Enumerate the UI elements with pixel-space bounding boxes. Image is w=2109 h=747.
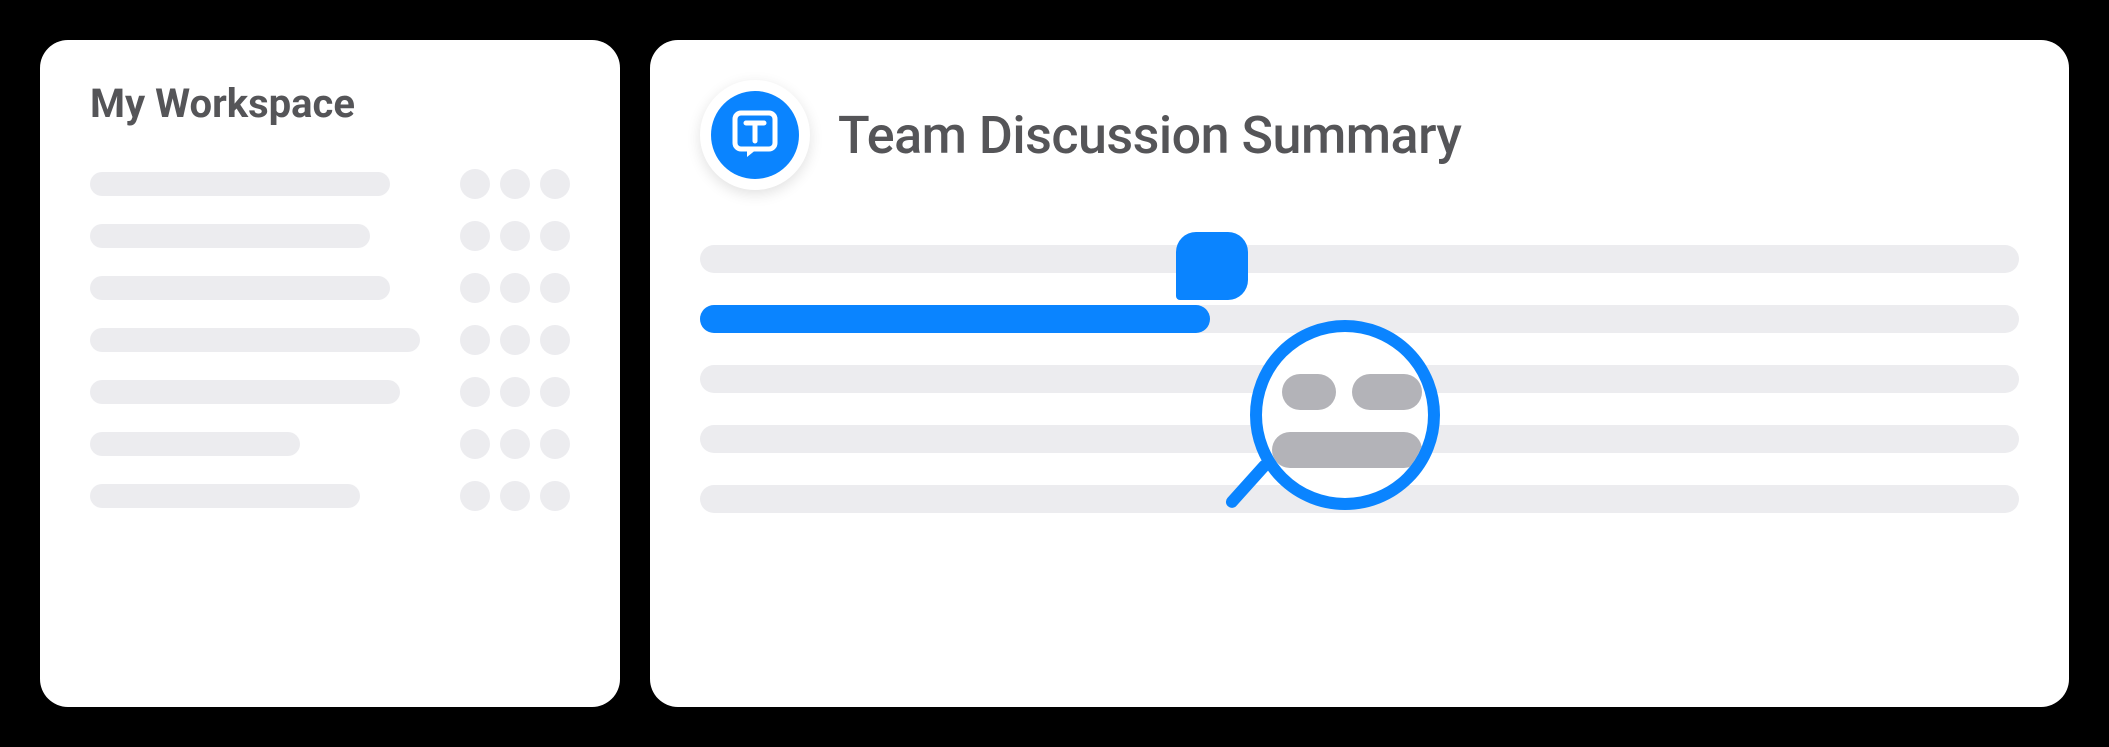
workspace-list-row[interactable] xyxy=(90,429,570,459)
avatar-placeholder xyxy=(540,429,570,459)
app-badge xyxy=(700,80,810,190)
workspace-item-avatars xyxy=(460,221,570,251)
avatar-placeholder xyxy=(460,273,490,303)
magnified-text xyxy=(1272,432,1422,468)
avatar-placeholder xyxy=(460,481,490,511)
workspace-list xyxy=(90,169,570,511)
workspace-panel: My Workspace xyxy=(40,40,620,707)
avatar-placeholder xyxy=(460,221,490,251)
workspace-item-avatars xyxy=(460,273,570,303)
workspace-item-avatars xyxy=(460,429,570,459)
avatar-placeholder xyxy=(500,169,530,199)
avatar-placeholder xyxy=(460,429,490,459)
content-line xyxy=(700,245,2019,273)
workspace-item-avatars xyxy=(460,169,570,199)
avatar-placeholder xyxy=(540,377,570,407)
workspace-item-title-placeholder xyxy=(90,172,390,196)
avatar-placeholder xyxy=(540,325,570,355)
avatar-placeholder xyxy=(540,169,570,199)
avatar-placeholder xyxy=(460,169,490,199)
workspace-list-row[interactable] xyxy=(90,325,570,355)
avatar-placeholder xyxy=(540,273,570,303)
avatar-placeholder xyxy=(460,377,490,407)
avatar-placeholder xyxy=(460,325,490,355)
workspace-item-avatars xyxy=(460,325,570,355)
workspace-item-title-placeholder xyxy=(90,328,420,352)
magnified-text xyxy=(1352,374,1422,410)
magnifier-lens xyxy=(1250,320,1440,510)
avatar-placeholder xyxy=(500,325,530,355)
workspace-item-title-placeholder xyxy=(90,380,400,404)
workspace-item-title-placeholder xyxy=(90,276,390,300)
workspace-list-row[interactable] xyxy=(90,221,570,251)
avatar-placeholder xyxy=(500,273,530,303)
workspace-item-title-placeholder xyxy=(90,432,300,456)
avatar-placeholder xyxy=(540,481,570,511)
chat-t-icon xyxy=(729,109,781,161)
document-title: Team Discussion Summary xyxy=(838,105,1461,166)
avatar-placeholder xyxy=(500,377,530,407)
avatar-placeholder xyxy=(500,429,530,459)
text-selection-highlight xyxy=(700,305,1210,333)
workspace-item-title-placeholder xyxy=(90,224,370,248)
workspace-title: My Workspace xyxy=(90,80,570,127)
avatar-placeholder xyxy=(540,221,570,251)
avatar-placeholder xyxy=(500,221,530,251)
app-icon xyxy=(711,91,799,179)
workspace-item-title-placeholder xyxy=(90,484,360,508)
workspace-list-row[interactable] xyxy=(90,169,570,199)
selection-cursor-icon[interactable] xyxy=(1176,232,1248,300)
document-content xyxy=(700,245,2019,513)
document-panel: Team Discussion Summary xyxy=(650,40,2069,707)
workspace-list-row[interactable] xyxy=(90,377,570,407)
workspace-list-row[interactable] xyxy=(90,273,570,303)
workspace-item-avatars xyxy=(460,377,570,407)
magnifier-icon[interactable] xyxy=(1250,320,1440,510)
document-header: Team Discussion Summary xyxy=(700,80,2019,190)
avatar-placeholder xyxy=(500,481,530,511)
workspace-list-row[interactable] xyxy=(90,481,570,511)
magnified-text xyxy=(1282,374,1336,410)
workspace-item-avatars xyxy=(460,481,570,511)
